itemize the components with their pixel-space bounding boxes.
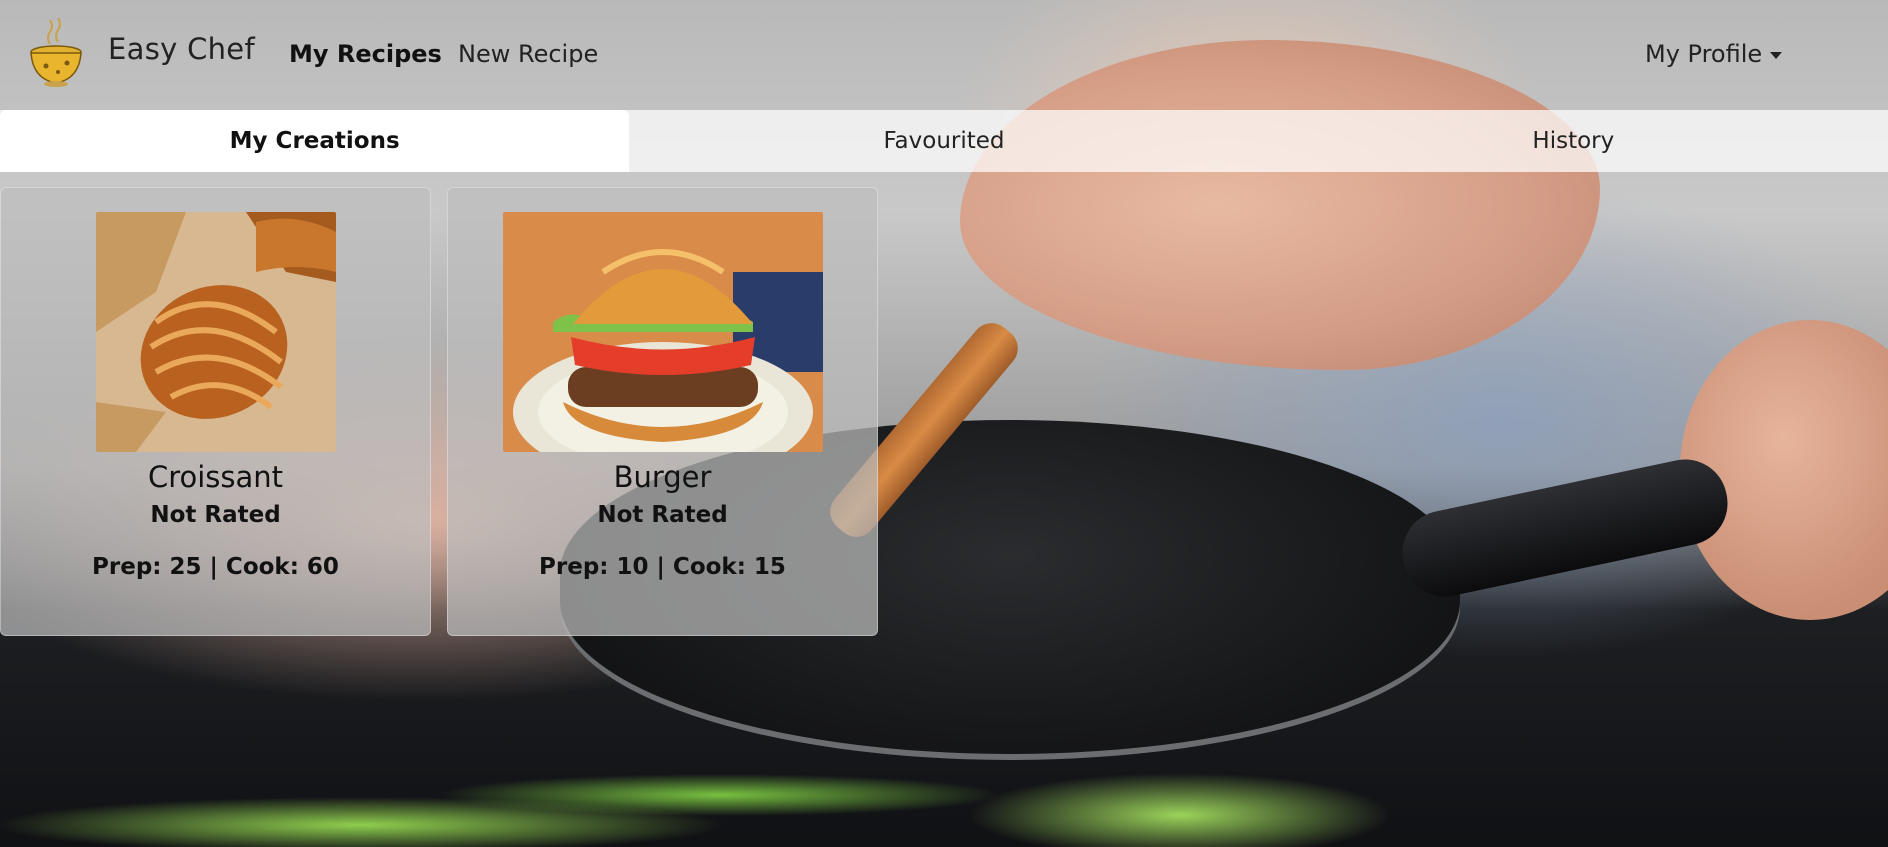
navbar: Easy Chef My Recipes New Recipe My Profi…: [0, 0, 1888, 110]
recipe-rating: Not Rated: [150, 502, 281, 528]
recipe-title: Burger: [613, 460, 712, 494]
nav-my-recipes[interactable]: My Recipes: [289, 40, 442, 68]
recipe-rating: Not Rated: [597, 502, 728, 528]
tab-my-creations[interactable]: My Creations: [0, 110, 630, 172]
profile-dropdown[interactable]: My Profile: [1645, 40, 1783, 68]
recipe-times: Prep: 10 | Cook: 15: [539, 554, 786, 580]
green-onions-shape: [0, 735, 1400, 847]
recipe-card-list: Croissant Not Rated Prep: 25 | Cook: 60 …: [0, 187, 878, 636]
brand-name[interactable]: Easy Chef: [108, 32, 255, 66]
soup-bowl-logo-icon[interactable]: [28, 16, 84, 88]
tab-favourited[interactable]: Favourited: [629, 110, 1258, 172]
recipe-card[interactable]: Croissant Not Rated Prep: 25 | Cook: 60: [0, 187, 431, 636]
nav-new-recipe[interactable]: New Recipe: [458, 40, 598, 68]
profile-label: My Profile: [1645, 40, 1763, 68]
caret-down-icon: [1770, 51, 1783, 59]
croissant-image: [95, 212, 336, 452]
recipe-tabs: My Creations Favourited History: [0, 110, 1888, 172]
recipe-card[interactable]: Burger Not Rated Prep: 10 | Cook: 15: [447, 187, 878, 636]
recipe-times: Prep: 25 | Cook: 60: [92, 554, 339, 580]
recipe-title: Croissant: [147, 460, 284, 494]
pan-handle-shape: [1394, 451, 1736, 605]
burger-image: [502, 212, 823, 452]
tab-history[interactable]: History: [1259, 110, 1888, 172]
